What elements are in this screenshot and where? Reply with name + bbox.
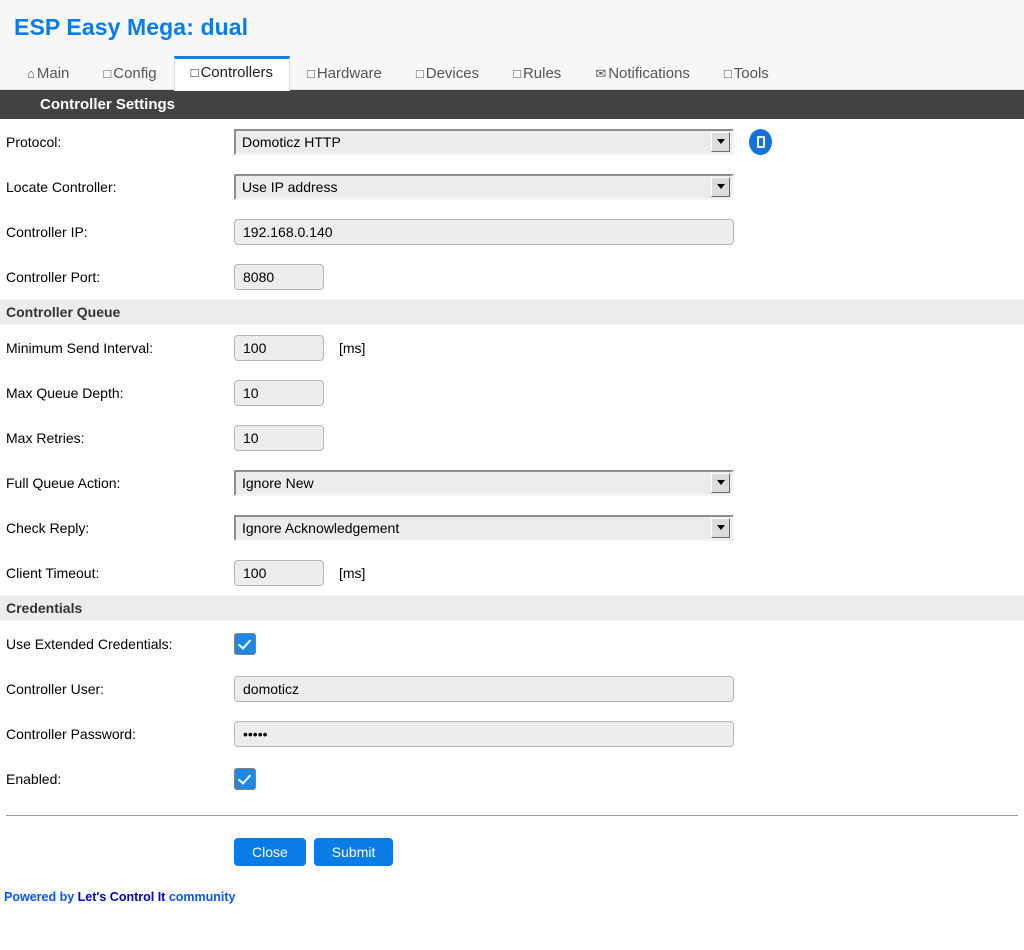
controller-settings-header: Controller Settings	[0, 90, 1024, 119]
full-queue-action-label: Full Queue Action:	[6, 474, 121, 491]
protocol-label: Protocol:	[6, 133, 62, 150]
tab-label: Notifications	[608, 65, 690, 82]
controller-port-label: Controller Port:	[6, 268, 101, 285]
row-controller-ip: Controller IP:	[0, 209, 1024, 254]
controller-user-input[interactable]	[234, 675, 734, 702]
tools-box-icon: □	[723, 66, 732, 81]
controller-settings-form: Protocol: Domoticz HTTP Locate Controlle…	[0, 119, 1024, 299]
controller-port-input[interactable]	[234, 263, 324, 290]
row-protocol: Protocol: Domoticz HTTP	[0, 119, 1024, 164]
row-max-retries: Max Retries:	[0, 415, 1024, 460]
row-enabled: Enabled:	[0, 756, 1024, 801]
row-controller-user: Controller User:	[0, 666, 1024, 711]
chevron-down-icon[interactable]	[711, 517, 730, 538]
controllers-box-icon: □	[190, 65, 199, 80]
tab-label: Rules	[522, 65, 562, 82]
row-max-queue-depth: Max Queue Depth:	[0, 370, 1024, 415]
tab-label: Main	[36, 65, 70, 82]
chevron-down-icon[interactable]	[711, 176, 730, 197]
max-retries-label: Max Retries:	[6, 429, 85, 446]
close-button[interactable]: Close	[234, 838, 306, 866]
config-box-icon: □	[103, 66, 112, 81]
submit-button[interactable]: Submit	[313, 838, 394, 866]
tab-label: Devices	[425, 65, 480, 82]
page-title: ESP Easy Mega: dual	[14, 14, 249, 40]
tab-config[interactable]: □ Config	[86, 57, 173, 91]
controller-ip-label: Controller IP:	[6, 223, 88, 240]
controller-password-input[interactable]	[234, 720, 734, 747]
tab-notifications[interactable]: ✉ Notifications	[578, 57, 707, 91]
controller-user-label: Controller User:	[6, 680, 105, 697]
powered-prefix: Powered by	[4, 890, 78, 904]
locate-controller-select-value: Use IP address	[242, 178, 338, 195]
client-timeout-input[interactable]	[234, 559, 324, 586]
locate-controller-select[interactable]: Use IP address	[234, 173, 734, 200]
tab-bar-divider	[0, 89, 1024, 90]
devices-box-icon: □	[415, 66, 424, 81]
rules-box-icon: □	[513, 66, 521, 81]
tab-label: Controllers	[200, 64, 273, 81]
min-send-interval-input[interactable]	[234, 334, 324, 361]
tab-label: Hardware	[316, 65, 382, 82]
row-full-queue-action: Full Queue Action: Ignore New	[0, 460, 1024, 505]
full-queue-action-select-value: Ignore New	[242, 474, 314, 491]
row-check-reply: Check Reply: Ignore Acknowledgement	[0, 505, 1024, 550]
credentials-form: Use Extended Credentials: Controller Use…	[0, 621, 1024, 801]
credentials-header: Credentials	[0, 595, 1024, 621]
tab-devices[interactable]: □ Devices	[399, 57, 496, 91]
row-locate-controller: Locate Controller: Use IP address	[0, 164, 1024, 209]
client-timeout-unit: [ms]	[339, 564, 366, 581]
row-use-extended-credentials: Use Extended Credentials:	[0, 621, 1024, 666]
row-min-send-interval: Minimum Send Interval: [ms]	[0, 325, 1024, 370]
protocol-select-value: Domoticz HTTP	[242, 133, 341, 150]
tab-main[interactable]: ⌂ Main	[10, 57, 86, 91]
locate-controller-label: Locate Controller:	[6, 178, 117, 195]
enabled-checkbox[interactable]	[234, 767, 256, 790]
tab-label: Tools	[733, 65, 769, 82]
protocol-select[interactable]: Domoticz HTTP	[234, 128, 734, 155]
top-bar: ESP Easy Mega: dual ⌂ Main □ Config □ Contr…	[0, 0, 1024, 91]
row-client-timeout: Client Timeout: [ms]	[0, 550, 1024, 595]
controller-queue-form: Minimum Send Interval: [ms] Max Queue De…	[0, 325, 1024, 595]
tab-tools[interactable]: □ Tools	[707, 57, 786, 91]
full-queue-action-select[interactable]: Ignore New	[234, 469, 734, 496]
min-send-interval-unit: [ms]	[339, 339, 366, 356]
check-reply-label: Check Reply:	[6, 519, 90, 536]
powered-brand-link[interactable]: Let's Control It	[78, 890, 166, 904]
tab-label: Config	[113, 65, 157, 82]
max-retries-input[interactable]	[234, 424, 324, 451]
check-reply-select[interactable]: Ignore Acknowledgement	[234, 514, 734, 541]
check-reply-select-value: Ignore Acknowledgement	[242, 519, 400, 536]
max-queue-depth-label: Max Queue Depth:	[6, 384, 124, 401]
tab-controllers[interactable]: □ Controllers	[173, 56, 290, 91]
row-controller-password: Controller Password:	[0, 711, 1024, 756]
tab-hardware[interactable]: □ Hardware	[290, 57, 399, 91]
enabled-label: Enabled:	[6, 770, 62, 787]
controller-ip-input[interactable]	[234, 218, 734, 245]
document-icon	[756, 135, 765, 148]
controller-password-label: Controller Password:	[6, 725, 136, 742]
use-extended-credentials-checkbox[interactable]	[234, 632, 256, 655]
form-actions: Close Submit	[0, 816, 1024, 866]
hardware-box-icon: □	[306, 66, 315, 81]
main-tab-bar: ⌂ Main □ Config □ Controllers □ Hardware □ De…	[10, 54, 786, 91]
client-timeout-label: Client Timeout:	[6, 564, 100, 581]
controller-queue-header: Controller Queue	[0, 299, 1024, 325]
home-icon: ⌂	[27, 66, 35, 81]
chevron-down-icon[interactable]	[711, 472, 730, 493]
use-extended-credentials-label: Use Extended Credentials:	[6, 635, 173, 652]
chevron-down-icon[interactable]	[711, 131, 730, 152]
protocol-info-button[interactable]	[749, 128, 772, 155]
powered-suffix: community	[165, 890, 236, 904]
envelope-icon: ✉	[595, 66, 607, 81]
min-send-interval-label: Minimum Send Interval:	[6, 339, 154, 356]
powered-by-footer: Powered by Let's Control It community	[0, 866, 1024, 904]
max-queue-depth-input[interactable]	[234, 379, 324, 406]
row-controller-port: Controller Port:	[0, 254, 1024, 299]
tab-rules[interactable]: □ Rules	[496, 57, 578, 91]
